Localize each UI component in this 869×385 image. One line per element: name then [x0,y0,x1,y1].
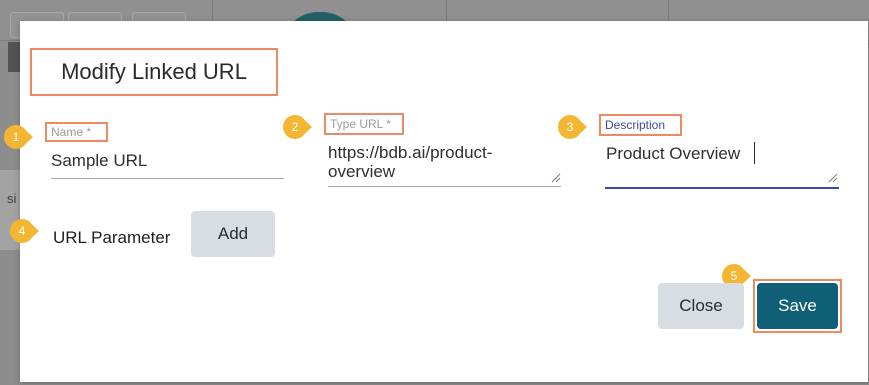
background-partial-label: si [7,191,17,206]
type-url-input-underline [328,186,561,187]
type-url-label: Type URL * [330,117,391,131]
add-url-parameter-button[interactable]: Add [191,211,275,257]
description-label: Description [605,118,666,132]
dialog-title: Modify Linked URL [61,59,247,84]
resize-handle-icon[interactable] [551,173,561,183]
description-input[interactable]: Product Overview [606,145,740,163]
callout-number: 1 [12,130,20,144]
resize-handle-icon[interactable] [828,173,838,183]
name-label: Name * [51,125,92,139]
callout-badge-3: 3 [558,115,588,139]
text-cursor [754,142,755,164]
modify-linked-url-dialog: Modify Linked URL 1 Name * Sample URL 2 … [4,21,868,382]
callout-number: 2 [291,120,299,134]
callout-badge-2: 2 [283,115,313,139]
name-input-underline [51,178,284,179]
url-parameter-label: URL Parameter [53,228,171,247]
description-input-underline [605,187,839,189]
callout-badge-4: 4 [10,219,40,243]
type-url-input-line1[interactable]: https://bdb.ai/product- [328,144,492,162]
close-button[interactable]: Close [658,283,744,329]
callout-badge-1: 1 [4,125,34,149]
callout-number: 4 [18,224,26,238]
type-url-input-line2[interactable]: overview [328,163,395,181]
name-input[interactable]: Sample URL [51,152,147,170]
save-button[interactable]: Save [757,283,838,329]
callout-number: 3 [566,120,574,134]
